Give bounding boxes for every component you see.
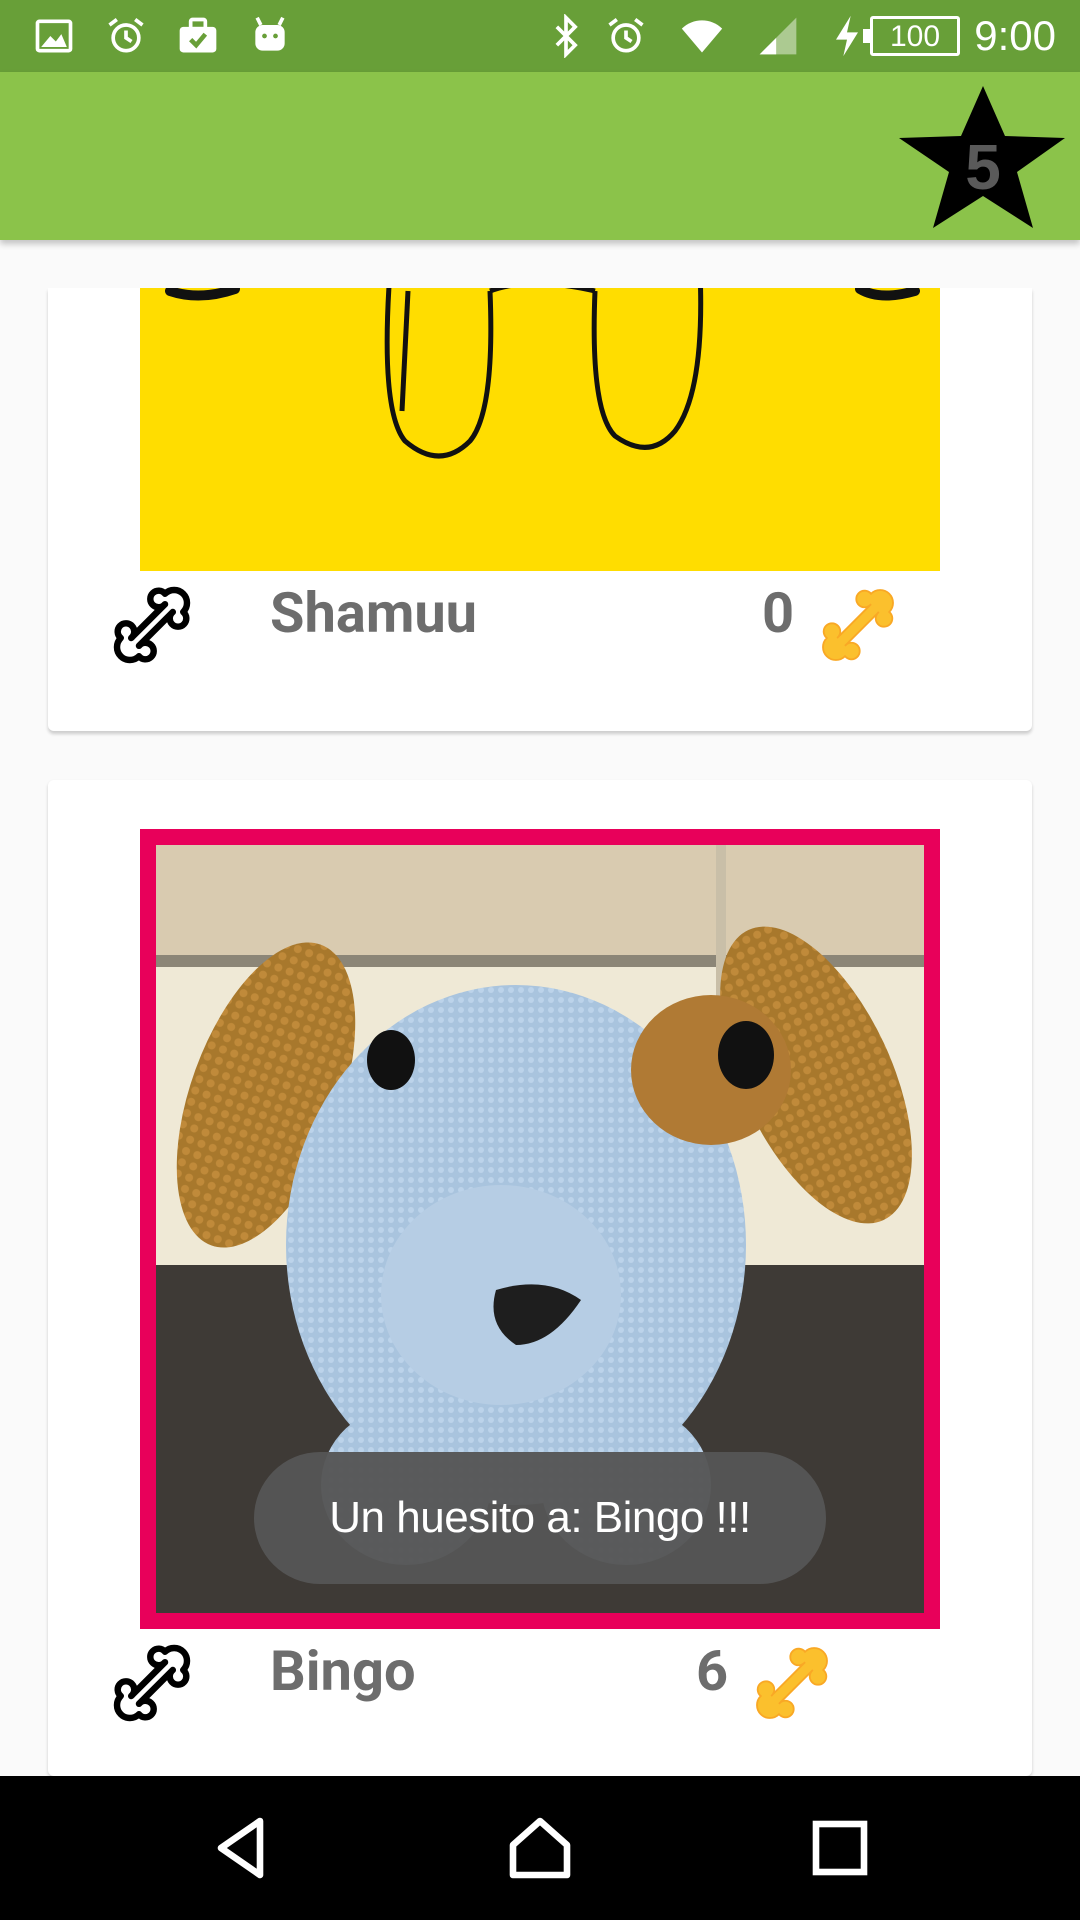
- pet-name: Shamuu: [270, 580, 478, 646]
- navigation-bar: [0, 1776, 1080, 1920]
- pet-card: Shamuu 0: [48, 288, 1032, 731]
- bone-count: 0: [762, 580, 795, 646]
- charging-icon: [836, 15, 858, 57]
- signal-icon: [759, 17, 797, 55]
- pet-card: Bingo 6: [48, 780, 1032, 1776]
- wifi-icon: [681, 20, 723, 53]
- status-time: 9:00: [974, 12, 1056, 59]
- star-badge[interactable]: 5: [893, 82, 1073, 232]
- gold-bone-icon: [822, 589, 894, 661]
- feed-bone-icon[interactable]: [106, 579, 198, 671]
- gold-bone-icon: [756, 1647, 828, 1719]
- toast-message: Un huesito a: Bingo !!!: [254, 1452, 826, 1584]
- battery-level: 100: [889, 20, 941, 53]
- recents-icon[interactable]: [804, 1812, 876, 1884]
- yellow-cartoon-photo: [140, 288, 940, 571]
- briefcase-check-icon: [179, 17, 217, 53]
- android-icon: [255, 16, 285, 51]
- status-bar: 100 9:00: [0, 0, 1080, 72]
- feed-bone-icon[interactable]: [106, 1637, 198, 1729]
- battery-icon: 100: [863, 16, 960, 56]
- pet-photo: [140, 288, 940, 571]
- app-bar: 5: [0, 72, 1080, 240]
- alarm-icon: [608, 18, 644, 53]
- pet-name: Bingo: [270, 1638, 416, 1704]
- star-count: 5: [965, 131, 1001, 203]
- alarm-icon: [108, 18, 144, 53]
- gallery-icon: [35, 19, 73, 53]
- back-icon[interactable]: [206, 1812, 278, 1884]
- home-icon[interactable]: [504, 1812, 576, 1884]
- bluetooth-icon: [555, 14, 578, 58]
- bone-count: 6: [696, 1638, 729, 1704]
